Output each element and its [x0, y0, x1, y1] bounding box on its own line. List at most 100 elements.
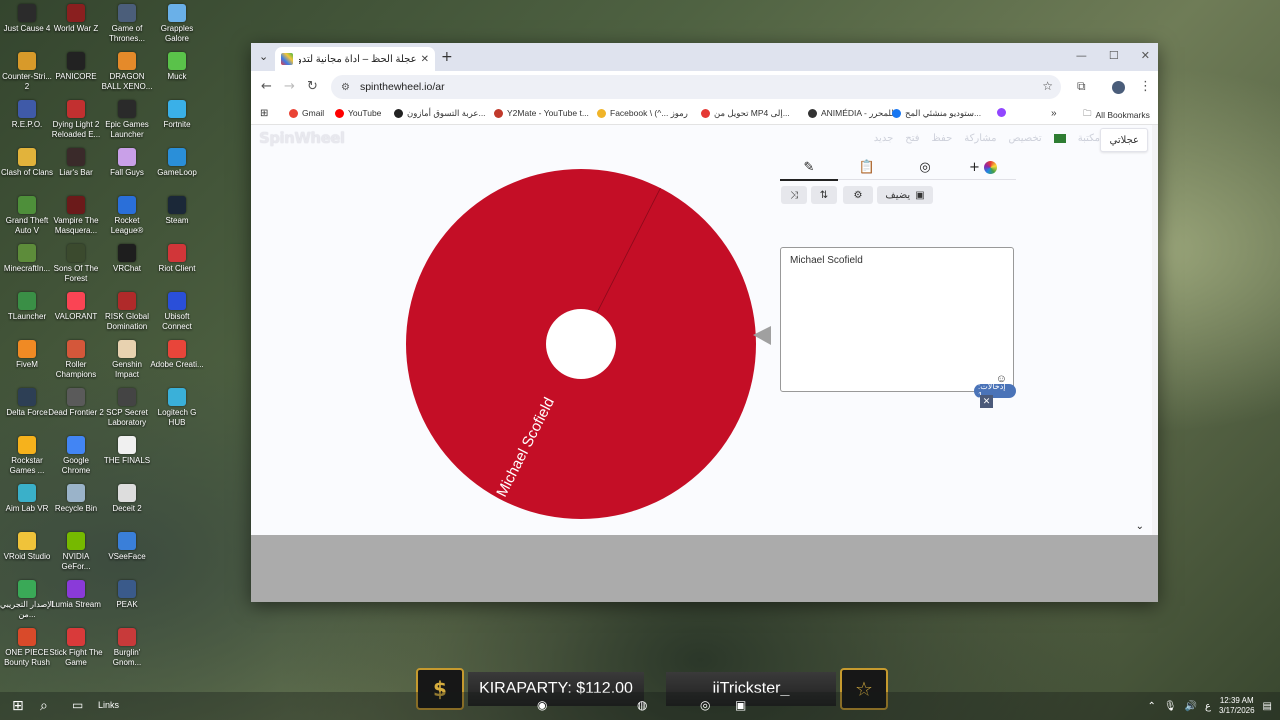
close-window-icon[interactable]: ✕: [1141, 49, 1150, 62]
desktop-icon[interactable]: Riot Client: [151, 240, 203, 288]
wheel-canvas[interactable]: Michael Scofield: [251, 125, 1158, 535]
desktop-icon[interactable]: Muck: [151, 48, 203, 96]
hide-tab-eye-icon[interactable]: ◎: [896, 160, 954, 175]
desktop-icon[interactable]: VRoid Studio: [1, 528, 53, 576]
add-image-button[interactable]: يضيف ▣: [877, 186, 933, 204]
top-nav-item[interactable]: تخصيص: [1009, 133, 1042, 144]
desktop-icon[interactable]: RISK Global Domination: [101, 288, 153, 336]
desktop-icon[interactable]: Counter-Stri... 2: [1, 48, 53, 96]
bookmark-item[interactable]: YouTube: [335, 108, 381, 118]
desktop-icon[interactable]: R.E.P.O.: [1, 96, 53, 144]
desktop-icon[interactable]: VALORANT: [50, 288, 102, 336]
microphone-icon[interactable]: 🎙: [1164, 701, 1177, 712]
top-nav-item[interactable]: [1053, 134, 1066, 143]
page-scrollbar[interactable]: [1152, 125, 1158, 535]
steam-taskbar-icon[interactable]: ◎: [700, 698, 710, 712]
entries-textarea[interactable]: Michael Scofield ☺: [780, 247, 1014, 392]
desktop-icon[interactable]: Aim Lab VR: [1, 480, 53, 528]
desktop-icon[interactable]: Stick Fight The Game: [49, 624, 103, 672]
bookmark-item[interactable]: Gmail: [289, 108, 324, 118]
desktop-icon[interactable]: FiveM: [1, 336, 53, 384]
add-color-tab-icon[interactable]: +: [954, 160, 1012, 175]
desktop-icon[interactable]: VSeeFace: [101, 528, 153, 576]
desktop-icon[interactable]: Rockstar Games ...: [1, 432, 53, 480]
more-bookmarks-icon[interactable]: »: [1051, 108, 1057, 119]
task-view-icon[interactable]: ▭: [72, 698, 83, 712]
my-wheels-button[interactable]: عجلاتي: [1100, 128, 1148, 152]
desktop-icon[interactable]: Ubisoft Connect: [151, 288, 203, 336]
desktop-icon[interactable]: Steam: [151, 192, 203, 240]
bookmark-item[interactable]: تحويل من MP4 إلى...: [701, 108, 790, 119]
bookmark-item[interactable]: Facebook \ (^... رموز: [597, 108, 688, 119]
desktop-icon[interactable]: Rocket League®: [101, 192, 153, 240]
extensions-icon[interactable]: ⧉: [1077, 79, 1086, 94]
desktop-icon[interactable]: Grand Theft Auto V: [1, 192, 53, 240]
address-bar[interactable]: ⚙ spinthewheel.io/ar ☆: [331, 75, 1061, 99]
desktop-icon[interactable]: Liar's Bar: [50, 144, 102, 192]
desktop-icon[interactable]: الإصدار التجريبي من...: [0, 576, 54, 624]
maximize-icon[interactable]: ☐: [1109, 49, 1119, 62]
desktop-icon[interactable]: Just Cause 4: [1, 0, 53, 48]
desktop-icon[interactable]: Sons Of The Forest: [50, 240, 102, 288]
language-indicator[interactable]: ع: [1205, 701, 1211, 712]
top-nav-item[interactable]: جديد: [874, 133, 893, 144]
desktop-icon[interactable]: Clash of Clans: [1, 144, 53, 192]
desktop-icon[interactable]: Adobe Creati...: [150, 336, 204, 384]
desktop-icon[interactable]: PEAK: [101, 576, 153, 624]
close-icon[interactable]: ✕: [980, 395, 993, 408]
bookmark-item[interactable]: ANIMÉDIA - للمحرر: [808, 108, 894, 119]
desktop-icon[interactable]: Burglin' Gnom...: [101, 624, 153, 672]
taskbar-app-icon[interactable]: ◉: [537, 698, 547, 712]
all-bookmarks[interactable]: 🗀 All Bookmarks: [1083, 108, 1150, 122]
search-icon[interactable]: ⌕: [40, 698, 48, 714]
volume-icon[interactable]: 🔊: [1185, 701, 1197, 712]
desktop-icon[interactable]: SCP Secret Laboratory: [101, 384, 153, 432]
desktop-icon[interactable]: Genshin Impact: [101, 336, 153, 384]
tab-spinthewheel[interactable]: عجلة الحظ – أداة مجانية لتدوير الأسماء ✕: [275, 47, 435, 71]
desktop-icon[interactable]: Game of Thrones...: [101, 0, 153, 48]
desktop-icon[interactable]: Lumia Stream: [50, 576, 102, 624]
top-nav-item[interactable]: حفظ: [932, 133, 953, 144]
site-info-icon[interactable]: ⚙: [341, 82, 350, 93]
desktop-icon[interactable]: Fall Guys: [101, 144, 153, 192]
desktop-icon[interactable]: Dying Light 2 Reloaded E...: [50, 96, 102, 144]
forward-icon[interactable]: →: [284, 79, 295, 94]
clipboard-tab-icon[interactable]: 📋: [838, 160, 896, 175]
desktop-icon[interactable]: Deceit 2: [101, 480, 153, 528]
desktop-icon[interactable]: ONE PIECE Bounty Rush: [1, 624, 53, 672]
tab-close-icon[interactable]: ✕: [421, 54, 429, 65]
bookmark-item[interactable]: ستوديو منشئي المح...: [892, 108, 981, 119]
links-toolbar[interactable]: Links: [98, 700, 119, 710]
profile-avatar[interactable]: [1112, 81, 1125, 94]
site-logo[interactable]: SpinWheel: [259, 129, 345, 147]
new-tab-button[interactable]: +: [441, 49, 453, 65]
apps-icon[interactable]: ⊞: [260, 108, 268, 119]
wheel-center[interactable]: [546, 309, 616, 379]
desktop-icon[interactable]: World War Z: [50, 0, 102, 48]
tray-chevron-icon[interactable]: ⌃: [1147, 701, 1155, 712]
desktop-icon[interactable]: Vampire The Masquera...: [50, 192, 102, 240]
desktop-icon[interactable]: Recycle Bin: [50, 480, 102, 528]
minimize-icon[interactable]: —: [1076, 49, 1087, 62]
windows-start-icon[interactable]: ⊞: [12, 698, 24, 714]
back-icon[interactable]: ←: [261, 79, 272, 94]
desktop-icon[interactable]: PANICORE: [50, 48, 102, 96]
desktop-icon[interactable]: Grapples Galore: [151, 0, 203, 48]
taskbar-app2-icon[interactable]: ▣: [735, 698, 746, 712]
desktop-icon[interactable]: Dead Frontier 2: [48, 384, 104, 432]
tab-search-icon[interactable]: ⌄: [259, 50, 268, 63]
desktop-icon[interactable]: Delta Force: [1, 384, 53, 432]
bookmark-item[interactable]: [997, 108, 1010, 117]
bookmark-item[interactable]: عربة التسوق أمازون...: [394, 108, 486, 119]
desktop-icon[interactable]: Fortnite: [151, 96, 203, 144]
desktop-icon[interactable]: GameLoop: [151, 144, 203, 192]
edit-tab-pencil-icon[interactable]: ✎: [780, 160, 838, 181]
desktop-icon[interactable]: Roller Champions: [50, 336, 102, 384]
top-nav-item[interactable]: فتح: [905, 133, 919, 144]
desktop-icon[interactable]: Epic Games Launcher: [101, 96, 153, 144]
bookmark-item[interactable]: Y2Mate - YouTube t...: [494, 108, 589, 118]
sort-icon[interactable]: ⇅: [811, 186, 837, 204]
desktop-icon[interactable]: TLauncher: [1, 288, 53, 336]
desktop-icon[interactable]: THE FINALS: [101, 432, 153, 480]
reload-icon[interactable]: ↻: [307, 79, 318, 94]
